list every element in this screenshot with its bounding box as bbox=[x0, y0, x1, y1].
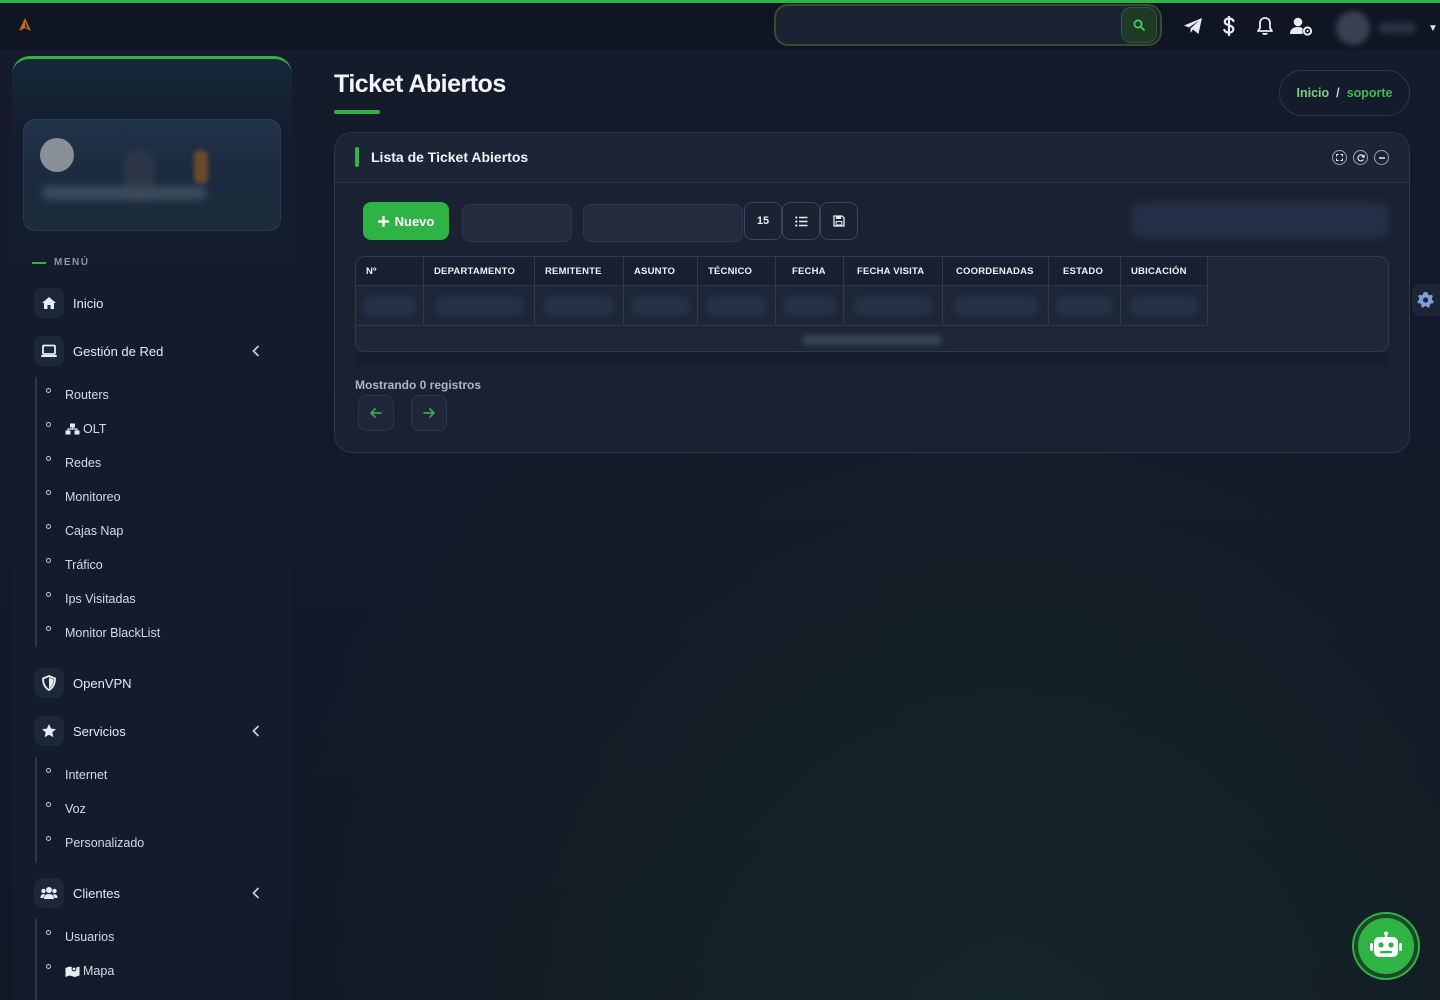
new-ticket-button[interactable]: Nuevo bbox=[363, 202, 449, 240]
filter-select-2[interactable] bbox=[583, 204, 743, 242]
refresh-icon[interactable] bbox=[1353, 150, 1368, 165]
profile-name-blurred bbox=[42, 186, 207, 200]
column-header[interactable]: DEPARTAMENTO bbox=[424, 257, 535, 286]
chatbot-button[interactable] bbox=[1354, 914, 1418, 978]
sidebar-subitem-usuarios[interactable]: Usuarios bbox=[46, 927, 114, 947]
sidebar-subitem-trafico[interactable]: Tráfico bbox=[46, 555, 103, 575]
sidebar-subitem-mapa[interactable]: Mapa bbox=[46, 961, 114, 981]
map-icon bbox=[65, 965, 80, 977]
home-icon bbox=[34, 288, 64, 318]
avatar bbox=[1336, 11, 1370, 45]
card-header: Lista de Ticket Abiertos bbox=[335, 133, 1409, 183]
previous-page-button[interactable] bbox=[358, 395, 394, 431]
sidebar-subitem-monitor-blacklist[interactable]: Monitor BlackList bbox=[46, 623, 160, 643]
breadcrumb: Inicio / soporte bbox=[1279, 70, 1410, 116]
chevron-down-icon: ▼ bbox=[1428, 22, 1438, 34]
breadcrumb-separator: / bbox=[1336, 86, 1340, 100]
submenu-rail bbox=[35, 919, 37, 1000]
table-search-blurred[interactable] bbox=[1131, 203, 1389, 237]
profile-avatar bbox=[40, 138, 74, 172]
table-row[interactable] bbox=[356, 286, 1208, 326]
chevron-left-icon bbox=[252, 344, 260, 362]
column-header[interactable]: REMITENTE bbox=[535, 257, 624, 286]
table-horizontal-scrollbar[interactable] bbox=[355, 352, 1389, 366]
column-header[interactable]: FECHA bbox=[776, 257, 844, 286]
sidebar-subitem-voz[interactable]: Voz bbox=[46, 799, 86, 819]
title-underline bbox=[334, 110, 380, 114]
robot-icon bbox=[1370, 931, 1402, 957]
bell-icon[interactable] bbox=[1252, 13, 1278, 39]
column-visibility-button[interactable] bbox=[782, 202, 820, 240]
next-page-button[interactable] bbox=[411, 395, 447, 431]
network-icon bbox=[65, 423, 80, 435]
column-header[interactable]: Nº bbox=[356, 257, 424, 286]
table-header: Nº DEPARTAMENTO REMITENTE ASUNTO TÉCNICO… bbox=[356, 257, 1208, 286]
page-length-button[interactable]: 15 bbox=[744, 202, 782, 240]
star-icon bbox=[34, 716, 64, 746]
sidebar-item-servicios[interactable]: Servicios bbox=[34, 715, 274, 747]
telegram-icon[interactable] bbox=[1180, 13, 1206, 39]
column-header[interactable]: ESTADO bbox=[1049, 257, 1121, 286]
collapse-icon[interactable] bbox=[1374, 150, 1389, 165]
top-accent-line bbox=[0, 0, 1440, 3]
submenu-rail bbox=[35, 757, 37, 863]
column-header[interactable]: COORDENADAS bbox=[943, 257, 1049, 286]
sidebar-subitem-routers[interactable]: Routers bbox=[46, 385, 109, 405]
breadcrumb-current: soporte bbox=[1346, 86, 1393, 100]
list-icon bbox=[794, 215, 807, 227]
filter-select-1[interactable] bbox=[462, 204, 572, 242]
card-title: Lista de Ticket Abiertos bbox=[371, 149, 529, 165]
search-button[interactable] bbox=[1121, 7, 1157, 43]
sidebar: MENÚ Inicio Gestión de Red Routers OLT R… bbox=[12, 56, 292, 1000]
card-title-accent bbox=[355, 147, 359, 167]
sidebar-subitem-monitoreo[interactable]: Monitoreo bbox=[46, 487, 121, 507]
laptop-icon bbox=[34, 336, 64, 366]
breadcrumb-home-link[interactable]: Inicio bbox=[1297, 86, 1330, 100]
users-icon bbox=[34, 878, 64, 908]
save-icon bbox=[833, 215, 845, 227]
records-info: Mostrando 0 registros bbox=[355, 378, 482, 392]
tickets-table: Nº DEPARTAMENTO REMITENTE ASUNTO TÉCNICO… bbox=[355, 256, 1389, 352]
page-title: Ticket Abiertos bbox=[334, 70, 506, 98]
sidebar-subitem-olt[interactable]: OLT bbox=[46, 419, 106, 439]
column-header[interactable]: ASUNTO bbox=[624, 257, 698, 286]
menu-section-label: MENÚ bbox=[32, 257, 89, 268]
column-header[interactable]: UBICACIÓN bbox=[1121, 257, 1208, 286]
search-box bbox=[774, 4, 1162, 46]
chevron-left-icon bbox=[252, 886, 260, 904]
column-header[interactable]: TÉCNICO bbox=[698, 257, 776, 286]
sidebar-subitem-internet[interactable]: Internet bbox=[46, 765, 107, 785]
tickets-card: Lista de Ticket Abiertos Nuevo 15 Nº DEP… bbox=[334, 132, 1410, 453]
profile-card[interactable] bbox=[23, 119, 281, 231]
top-navbar: ▼ bbox=[0, 3, 1440, 50]
submenu-rail bbox=[35, 377, 37, 647]
shield-icon bbox=[34, 668, 64, 698]
expand-icon[interactable] bbox=[1332, 150, 1347, 165]
plus-icon bbox=[377, 215, 389, 227]
gear-icon bbox=[1417, 292, 1434, 308]
username-blurred bbox=[1378, 22, 1416, 34]
sidebar-item-clientes[interactable]: Clientes bbox=[34, 877, 274, 909]
sidebar-subitem-personalizado[interactable]: Personalizado bbox=[46, 833, 144, 853]
arrow-right-icon bbox=[423, 408, 435, 418]
column-header[interactable]: FECHA VISITA bbox=[844, 257, 943, 286]
sidebar-item-gestion-red[interactable]: Gestión de Red bbox=[34, 335, 274, 367]
dollar-icon[interactable] bbox=[1216, 13, 1242, 39]
sidebar-item-openvpn[interactable]: OpenVPN bbox=[34, 667, 274, 699]
user-menu[interactable]: ▼ bbox=[1336, 11, 1438, 45]
arrow-left-icon bbox=[370, 408, 382, 418]
chevron-left-icon bbox=[252, 724, 260, 742]
user-cog-icon[interactable] bbox=[1288, 13, 1314, 39]
sidebar-subitem-ips-visitadas[interactable]: Ips Visitadas bbox=[46, 589, 136, 609]
export-button[interactable] bbox=[820, 202, 858, 240]
search-input[interactable] bbox=[776, 6, 1121, 44]
settings-panel-toggle[interactable] bbox=[1412, 284, 1440, 316]
sidebar-subitem-redes[interactable]: Redes bbox=[46, 453, 101, 473]
sidebar-subitem-cajas-nap[interactable]: Cajas Nap bbox=[46, 521, 123, 541]
empty-table-message-blurred bbox=[802, 335, 942, 345]
sidebar-item-inicio[interactable]: Inicio bbox=[34, 287, 274, 319]
search-icon bbox=[1133, 19, 1145, 31]
brand-logo[interactable] bbox=[14, 15, 36, 37]
